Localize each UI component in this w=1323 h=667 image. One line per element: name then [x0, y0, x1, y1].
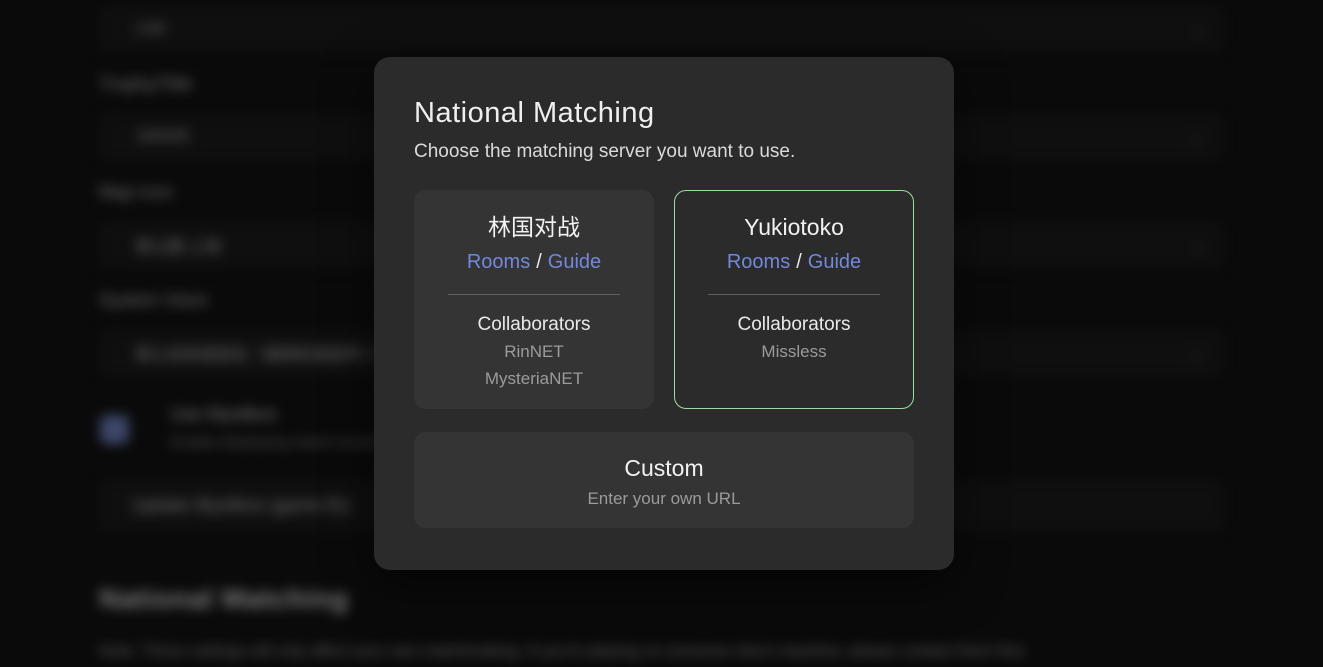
dialog-title: National Matching	[414, 97, 914, 130]
collaborator-name: MysteriaNET	[415, 365, 653, 392]
national-matching-dialog: National Matching Choose the matching se…	[374, 57, 954, 570]
server-links: Rooms / Guide	[415, 247, 653, 277]
collaborators-label: Collaborators	[675, 312, 913, 338]
divider	[708, 294, 880, 295]
guide-link[interactable]: Guide	[548, 251, 601, 273]
app-window: Link ⌄ Trophy/Title 165535 ⌄ Map Icon 默认…	[0, 0, 1323, 667]
rooms-link[interactable]: Rooms	[467, 251, 530, 273]
server-card-custom[interactable]: Custom Enter your own URL	[414, 432, 914, 528]
server-links: Rooms / Guide	[675, 247, 913, 277]
link-separator: /	[796, 251, 802, 273]
collaborator-name: Missless	[675, 338, 913, 365]
custom-subtitle: Enter your own URL	[414, 489, 914, 509]
server-card-linguo[interactable]: 林国对战 Rooms / Guide Collaborators RinNET My…	[414, 190, 654, 409]
guide-link[interactable]: Guide	[808, 251, 861, 273]
collaborators-label: Collaborators	[415, 312, 653, 338]
dialog-subtitle: Choose the matching server you want to u…	[414, 141, 914, 163]
server-name: 林国对战	[415, 212, 653, 242]
collaborator-name: RinNET	[415, 338, 653, 365]
custom-title: Custom	[414, 453, 914, 483]
server-name: Yukiotoko	[675, 212, 913, 242]
server-card-yukiotoko-selected[interactable]: Yukiotoko Rooms / Guide Collaborators Miss…	[674, 190, 914, 409]
divider	[448, 294, 620, 295]
rooms-link[interactable]: Rooms	[727, 251, 790, 273]
link-separator: /	[536, 251, 542, 273]
server-card-row: 林国对战 Rooms / Guide Collaborators RinNET My…	[414, 190, 914, 409]
